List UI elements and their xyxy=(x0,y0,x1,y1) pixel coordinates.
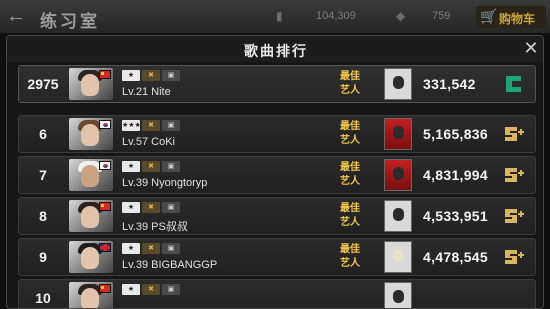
rank-badge-icon: ▣ xyxy=(162,284,180,295)
ranking-row[interactable]: 7 ★ ✖ ▣ Lv.39 Nyongtoryp 最佳 艺人 4,831,994 xyxy=(18,156,536,194)
avatar xyxy=(69,241,113,273)
x-badge-icon: ✖ xyxy=(142,243,160,254)
rank-badge-icon: ▣ xyxy=(162,202,180,213)
x-badge-icon: ✖ xyxy=(142,202,160,213)
avatar xyxy=(69,159,113,191)
flag-icon xyxy=(99,70,111,79)
best-artist-label: 最佳 艺人 xyxy=(340,203,360,228)
player-level-name: Lv.39 PS叔叔 xyxy=(122,221,188,233)
ranking-row[interactable]: 6 ★★★ ✖ ▣ Lv.57 CoKi 最佳 艺人 5,165,836 xyxy=(18,115,536,153)
rank-badge-icon: ▣ xyxy=(162,70,180,81)
back-arrow-icon[interactable]: ← xyxy=(6,6,28,28)
score-value: 4,478,545 xyxy=(423,249,488,265)
player-level-name: Lv.21 Nite xyxy=(122,86,171,98)
album-card[interactable] xyxy=(384,118,412,150)
rank-badge-icon: ▣ xyxy=(162,243,180,254)
star-badge-icon: ★ xyxy=(122,202,140,213)
shop-label: 购物车 xyxy=(499,12,536,26)
bars-icon: ▮ xyxy=(276,9,283,23)
flag-icon xyxy=(99,202,111,211)
star-badge-icon: ★ xyxy=(122,70,140,81)
star-badge-icon: ★★★ xyxy=(122,120,141,131)
score-value: 331,542 xyxy=(423,76,476,92)
c-tier-icon xyxy=(506,76,521,92)
album-card[interactable] xyxy=(384,200,412,232)
star-badge-icon: ★ xyxy=(122,161,140,172)
album-card[interactable] xyxy=(384,159,412,191)
ranking-row[interactable]: 9 ★ ✖ ▣ Lv.39 BIGBANGGP 最佳 艺人 4,478,545 xyxy=(18,238,536,276)
dialog-header: 歌曲排行 ✕ xyxy=(7,36,543,62)
rank-number: 9 xyxy=(39,249,47,265)
album-card[interactable] xyxy=(384,68,412,100)
flag-icon xyxy=(99,243,111,252)
song-ranking-dialog: 歌曲排行 ✕ 2975 ★ ✖ ▣ Lv.21 Nite 最佳 艺人 331,54… xyxy=(6,35,544,309)
ranking-row[interactable]: 10 ★ ✖ ▣ xyxy=(18,279,536,308)
x-badge-icon: ✖ xyxy=(142,70,160,81)
rank-badge-icon: ▣ xyxy=(162,120,180,131)
avatar xyxy=(69,68,113,100)
cart-icon: 🛒 xyxy=(480,8,498,24)
star-badge-icon: ★ xyxy=(122,284,140,295)
avatar xyxy=(69,118,113,150)
player-level-name: Lv.39 Nyongtoryp xyxy=(122,177,208,189)
avatar xyxy=(69,282,113,308)
x-badge-icon: ✖ xyxy=(142,120,160,131)
player-level-name: Lv.57 CoKi xyxy=(122,136,175,148)
best-artist-label: 最佳 艺人 xyxy=(340,71,360,96)
rank-number: 6 xyxy=(39,126,47,142)
rank-number: 2975 xyxy=(27,76,59,92)
flag-icon xyxy=(99,284,111,293)
best-artist-label: 最佳 艺人 xyxy=(340,244,360,269)
player-level-name: Lv.39 BIGBANGGP xyxy=(122,259,218,271)
flag-icon xyxy=(99,161,111,170)
s-plus-tier-icon xyxy=(505,168,524,182)
rank-badge-icon: ▣ xyxy=(162,161,180,172)
flag-icon xyxy=(99,120,111,129)
s-plus-tier-icon xyxy=(505,127,524,141)
shop-button[interactable]: 🛒 购物车 xyxy=(476,6,546,28)
resource-count-2: 759 xyxy=(432,10,451,22)
avatar xyxy=(69,200,113,232)
star-badge-icon: ★ xyxy=(122,243,140,254)
top-bar: ← 练习室 ▮ 104,309 ◆ 759 🛒 购物车 xyxy=(0,0,550,34)
rank-number: 7 xyxy=(39,167,47,183)
rank-number: 10 xyxy=(35,290,51,306)
x-badge-icon: ✖ xyxy=(142,284,160,295)
s-plus-tier-icon xyxy=(505,209,524,223)
s-plus-tier-icon xyxy=(505,250,524,264)
score-value: 4,533,951 xyxy=(423,208,488,224)
ranking-row[interactable]: 8 ★ ✖ ▣ Lv.39 PS叔叔 最佳 艺人 4,533,951 xyxy=(18,197,536,235)
best-artist-label: 最佳 艺人 xyxy=(340,162,360,187)
album-card[interactable] xyxy=(384,282,412,308)
score-value: 4,831,994 xyxy=(423,167,488,183)
gem-icon: ◆ xyxy=(396,9,406,23)
rank-number: 8 xyxy=(39,208,47,224)
dialog-title: 歌曲排行 xyxy=(244,43,308,59)
x-badge-icon: ✖ xyxy=(142,161,160,172)
my-ranking-row[interactable]: 2975 ★ ✖ ▣ Lv.21 Nite 最佳 艺人 331,542 xyxy=(18,65,536,103)
album-card[interactable] xyxy=(384,241,412,273)
page-title: 练习室 xyxy=(40,12,100,31)
resource-count-1: 104,309 xyxy=(316,10,356,22)
best-artist-label: 最佳 艺人 xyxy=(340,121,360,146)
score-value: 5,165,836 xyxy=(423,126,488,142)
close-icon[interactable]: ✕ xyxy=(522,39,540,57)
